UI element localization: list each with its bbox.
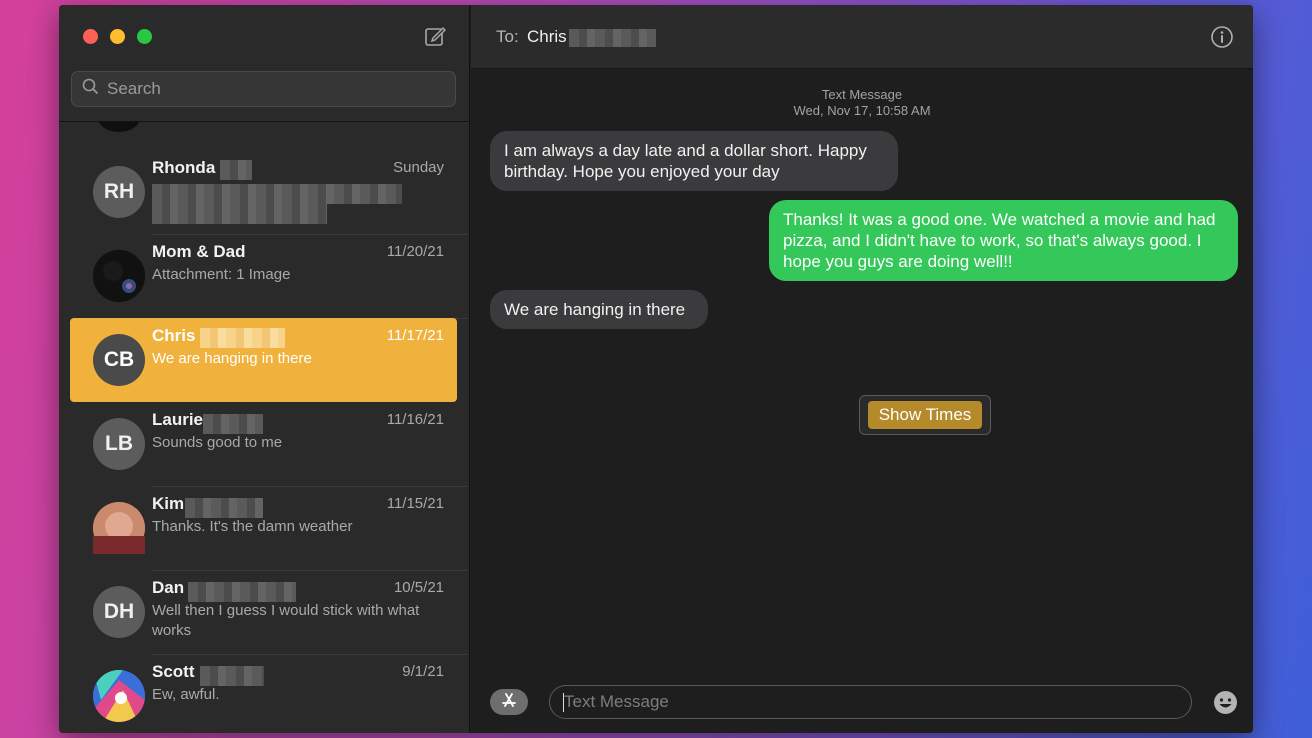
message-preview: Well then I guess I would stick with wha… — [152, 602, 420, 639]
close-window-button[interactable] — [83, 29, 98, 44]
emoji-icon[interactable] — [1213, 690, 1238, 715]
to-label: To: — [496, 27, 519, 46]
avatar — [93, 670, 145, 722]
app-store-button[interactable] — [490, 689, 528, 715]
redacted-name — [185, 498, 263, 518]
conversation-item-kim[interactable]: Kim 11/15/21 Thanks. It's the damn weath… — [70, 486, 468, 571]
conversation-item-mom-dad[interactable]: Mom & Dad 11/20/21 Attachment: 1 Image — [70, 234, 468, 319]
contact-name: Scott — [152, 662, 195, 681]
conversation-item-dan[interactable]: DH Dan 10/5/21 Well then I guess I would… — [70, 570, 468, 655]
conversation-date: 11/17/21 — [386, 327, 444, 344]
redacted-name — [200, 666, 264, 686]
message-input[interactable] — [549, 685, 1192, 719]
message-preview: We are hanging in there — [152, 350, 312, 367]
contact-name: Laurie — [152, 410, 204, 429]
conversation-item-chris[interactable]: CB Chris 11/17/21 We are hanging in ther… — [70, 318, 457, 402]
avatar: CB — [93, 334, 145, 386]
redacted-name — [200, 328, 285, 348]
conversation-item-laurie[interactable]: LB Laurie 11/16/21 Sounds good to me — [70, 402, 468, 487]
contact-name: Rhonda — [152, 158, 216, 177]
search-field[interactable]: Search — [71, 71, 456, 107]
info-icon[interactable] — [1210, 25, 1234, 49]
contact-name: Chris — [152, 326, 196, 345]
thread-service-label: Text Message — [821, 87, 903, 102]
incoming-message-bubble[interactable]: We are hanging in there — [490, 290, 708, 329]
messages-window: Search RH Rhonda Sunday Mom & Dad 11/20/… — [59, 5, 1253, 733]
redacted-preview — [152, 204, 327, 224]
avatar: RH — [93, 166, 145, 218]
thread-timestamp: Wed, Nov 17, 10:58 AM — [793, 103, 931, 118]
search-placeholder: Search — [107, 79, 161, 98]
window-controls — [83, 29, 152, 44]
conversation-list: RH Rhonda Sunday Mom & Dad 11/20/21 Atta… — [59, 122, 470, 733]
minimize-window-button[interactable] — [110, 29, 125, 44]
show-times-button[interactable]: Show Times — [867, 401, 983, 429]
conversation-date: 11/20/21 — [386, 243, 444, 260]
search-icon — [82, 78, 99, 100]
message-preview: Ew, awful. — [152, 686, 220, 703]
conversation-date: 11/16/21 — [386, 411, 444, 428]
conversation-date: 9/1/21 — [402, 663, 444, 680]
app-store-icon — [500, 691, 518, 714]
outgoing-message-bubble[interactable]: Thanks! It was a good one. We watched a … — [769, 200, 1238, 281]
conversation-item-rhonda[interactable]: RH Rhonda Sunday — [70, 150, 468, 235]
avatar: DH — [93, 586, 145, 638]
redacted-name — [203, 414, 263, 434]
sidebar: Search RH Rhonda Sunday Mom & Dad 11/20/… — [59, 5, 470, 733]
incoming-message-bubble[interactable]: I am always a day late and a dollar shor… — [490, 131, 898, 191]
contact-name: Kim — [152, 494, 185, 513]
text-caret — [563, 693, 564, 712]
conversation-pane: To: Chris Text Message Wed, Nov 17, 10:5… — [471, 5, 1253, 733]
message-preview: Thanks. It's the damn weather — [152, 518, 353, 535]
message-preview: Attachment: 1 Image — [152, 266, 291, 283]
redacted-recipient — [569, 29, 656, 47]
avatar — [97, 122, 141, 132]
contact-name: Dan — [152, 578, 185, 597]
redacted-name — [220, 160, 252, 180]
message-preview: Sounds good to me — [152, 434, 283, 451]
avatar — [93, 250, 145, 302]
compose-icon[interactable] — [424, 25, 447, 47]
conversation-item-scott[interactable]: Scott 9/1/21 Ew, awful. — [70, 654, 457, 733]
avatar: LB — [93, 418, 145, 470]
zoom-window-button[interactable] — [137, 29, 152, 44]
redacted-preview — [152, 184, 402, 204]
contact-name: Mom & Dad — [152, 242, 246, 261]
avatar — [93, 502, 145, 554]
conversation-date: Sunday — [393, 159, 444, 176]
conversation-date: 10/5/21 — [393, 579, 444, 596]
recipient-name[interactable]: Chris — [527, 27, 567, 47]
redacted-name — [188, 582, 296, 602]
conversation-header: To: Chris — [471, 5, 1253, 69]
show-times-popover: Show Times — [859, 395, 991, 435]
conversation-date: 11/15/21 — [386, 495, 444, 512]
